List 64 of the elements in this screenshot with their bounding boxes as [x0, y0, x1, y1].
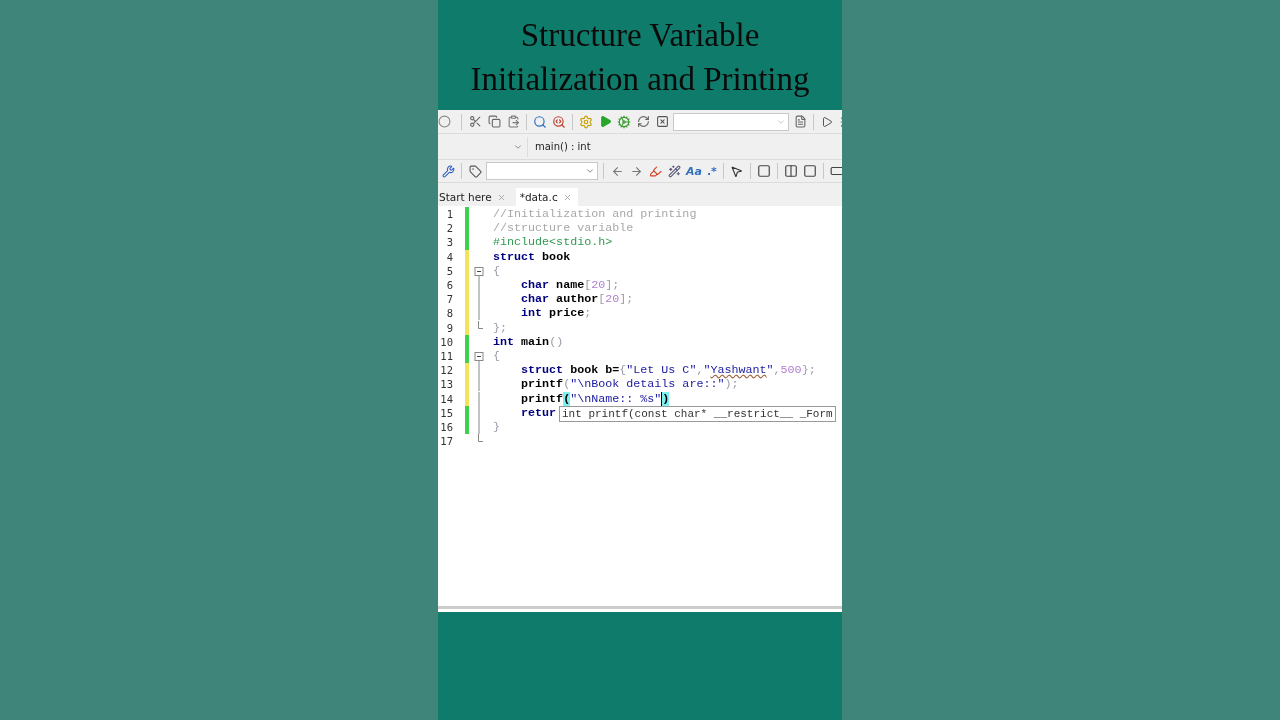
code-line: retur: [520, 405, 557, 420]
wand-icon[interactable]: [666, 163, 682, 179]
line-number: 4: [445, 250, 454, 263]
code-line: //structure variable: [493, 221, 634, 236]
fold-toggle-icon[interactable]: [474, 351, 484, 363]
rebuild-icon[interactable]: [635, 113, 651, 130]
split-icon[interactable]: [782, 163, 799, 179]
line-number: 9: [445, 321, 454, 334]
code-line: {: [493, 348, 500, 363]
line-number: 2: [445, 222, 454, 235]
tag-icon[interactable]: [467, 163, 483, 179]
line-number: 17: [439, 435, 454, 448]
code-line: };: [493, 320, 508, 335]
function-dropdown[interactable]: main() : int: [531, 136, 840, 157]
line-number: 5: [445, 264, 454, 277]
match-case-button[interactable]: Aa: [685, 164, 703, 178]
code-line: {: [493, 263, 500, 278]
highlighter-icon[interactable]: [647, 163, 663, 179]
code-line: }: [493, 419, 500, 434]
code-line: printf("\nName:: %s"): [520, 391, 670, 406]
rectangle-icon[interactable]: [755, 163, 772, 179]
code-line: char author[20];: [520, 292, 634, 307]
replace-icon[interactable]: [551, 113, 567, 130]
line-number: 7: [445, 293, 454, 306]
code-line: struct book: [493, 249, 571, 264]
chevron-down-icon[interactable]: [585, 166, 595, 176]
line-number: 10: [439, 335, 454, 348]
video-title: Structure Variable: [520, 16, 760, 55]
line-number: 8: [445, 307, 454, 320]
panel-icon[interactable]: [801, 163, 818, 179]
line-number: 1: [445, 208, 454, 221]
line-number: 16: [439, 420, 454, 433]
line-number: 3: [445, 236, 454, 249]
line-number: 15: [439, 406, 454, 419]
call-tooltip: int printf(const char* __restrict__ _Form: [559, 406, 836, 422]
code-line: int main(): [493, 334, 564, 349]
code-line: char name[20];: [520, 278, 620, 293]
file-tab[interactable]: *data.c: [515, 188, 578, 206]
copy-icon[interactable]: [486, 113, 502, 130]
fold-end-icon: [478, 320, 483, 329]
fold-toggle-icon[interactable]: [474, 266, 484, 278]
line-number: 6: [445, 279, 454, 292]
cut-icon[interactable]: [467, 113, 483, 130]
file-tab[interactable]: Start here: [438, 188, 512, 206]
code-line: struct book b={"Let Us C","Yashwant",500};: [520, 363, 816, 378]
abort-icon[interactable]: [654, 113, 670, 130]
settings-icon[interactable]: [578, 113, 594, 130]
search-field[interactable]: [486, 162, 598, 180]
code-line: //Initialization and printing: [493, 207, 697, 222]
fold-end-icon: [478, 434, 483, 443]
close-icon[interactable]: [562, 192, 572, 202]
build-run-icon[interactable]: [616, 113, 632, 130]
line-number: 13: [439, 378, 454, 391]
search-icon[interactable]: [532, 113, 548, 130]
code-line: printf("\nBook details are::");: [520, 377, 739, 392]
wrench-icon[interactable]: [440, 163, 456, 179]
line-number: 11: [439, 349, 454, 362]
regex-button[interactable]: .*: [705, 164, 718, 178]
line-number: 14: [439, 392, 454, 405]
video-title: Initialization and Printing: [470, 60, 810, 99]
scrollbar[interactable]: [438, 606, 842, 609]
line-number: 12: [439, 364, 454, 377]
code-line: int price;: [520, 306, 592, 321]
code-line: #include<stdio.h>: [493, 235, 613, 250]
